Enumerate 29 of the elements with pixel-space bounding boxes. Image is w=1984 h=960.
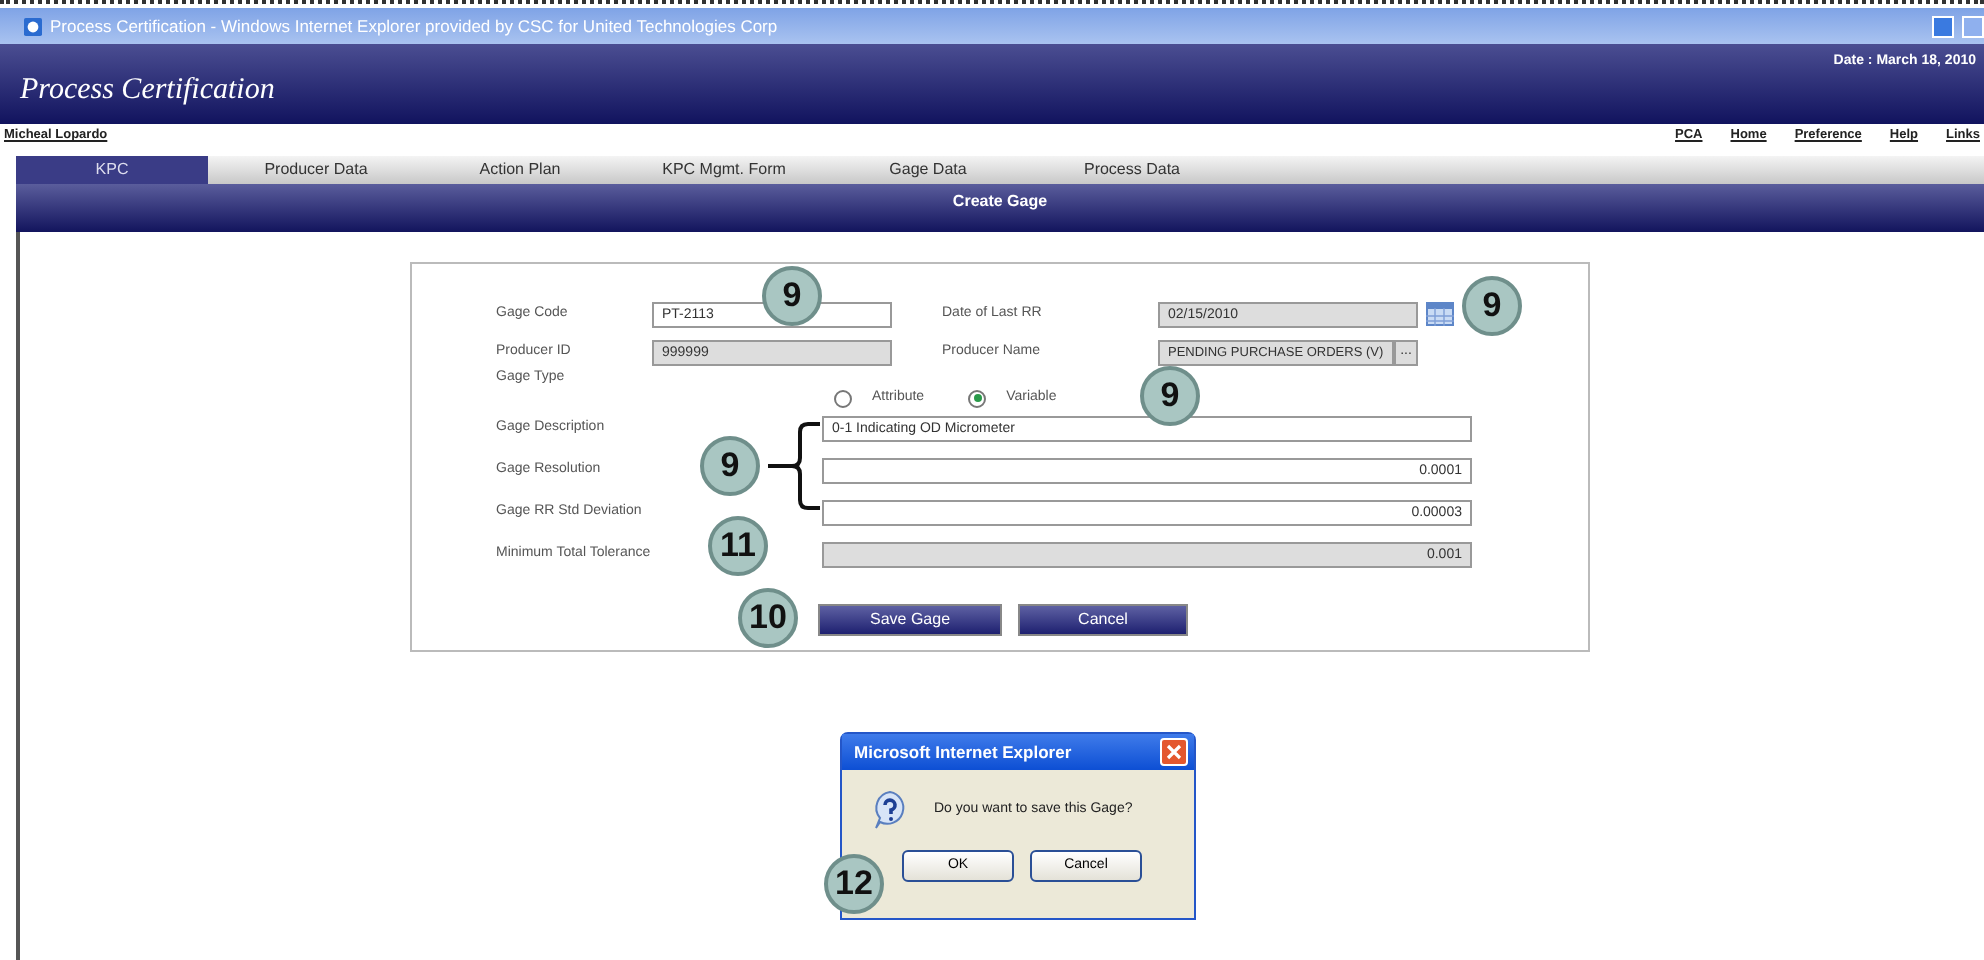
dialog-title: Microsoft Internet Explorer — [854, 739, 1072, 765]
callout-number: 9 — [1462, 276, 1522, 336]
question-icon — [870, 790, 910, 830]
callout-number: 11 — [708, 516, 768, 576]
radio-button[interactable] — [834, 389, 852, 408]
tab[interactable]: KPC — [16, 156, 208, 184]
window-title: Process Certification - Windows Internet Explorer provided by CSC for United Technologies Corp — [50, 13, 778, 39]
calendar-icon[interactable] — [1426, 302, 1454, 326]
tab[interactable]: Action Plan — [424, 156, 616, 184]
cancel-button[interactable]: Cancel — [1018, 604, 1188, 636]
callout-number: 10 — [738, 588, 798, 648]
tab[interactable]: Producer Data — [220, 156, 412, 184]
bracket-drawing — [764, 420, 824, 512]
save-button[interactable]: Save Gage — [818, 604, 1002, 636]
radio-button[interactable] — [968, 389, 987, 408]
minimize-button[interactable] — [1932, 15, 1954, 37]
maximize-button[interactable] — [1962, 15, 1984, 37]
section-title: Create Gage — [952, 192, 1048, 210]
callout-number: 12 — [824, 854, 884, 914]
close-icon — [1166, 744, 1182, 761]
tab[interactable]: KPC Mgmt. Form — [628, 156, 820, 184]
tab[interactable]: Gage Data — [832, 156, 1024, 184]
callout-number: 9 — [1140, 366, 1200, 426]
browser-icon — [24, 17, 42, 35]
close-button[interactable] — [1160, 738, 1188, 766]
app-title: Process Certification — [20, 72, 275, 110]
tab[interactable]: Process Data — [1036, 156, 1228, 184]
callout-number: 9 — [700, 436, 760, 496]
callout-number: 9 — [762, 266, 822, 326]
